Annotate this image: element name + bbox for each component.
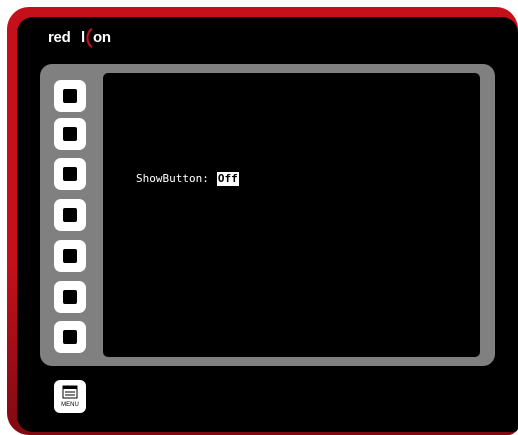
hmi-screen [103,73,480,357]
svg-text:l: l [81,29,85,46]
brand-logo: red l on [48,26,118,50]
soft-key-4[interactable] [54,199,86,231]
soft-key-5[interactable] [54,240,86,272]
square-key-icon [63,290,77,304]
svg-text:on: on [93,29,111,46]
soft-key-7[interactable] [54,321,86,353]
show-button-label: ShowButton: [136,172,209,185]
square-key-icon [63,89,77,103]
show-button-value[interactable]: Off [216,172,239,186]
red-lion-logo-icon: red l on [48,28,111,48]
square-key-icon [63,208,77,222]
menu-icon [62,385,78,399]
show-button-field: ShowButton: Off [136,172,239,186]
soft-key-6[interactable] [54,281,86,313]
menu-button[interactable]: MENU [54,380,86,413]
square-key-icon [63,167,77,181]
square-key-icon [63,249,77,263]
soft-key-1[interactable] [54,80,86,112]
svg-text:red: red [48,29,71,46]
soft-key-2[interactable] [54,118,86,150]
menu-button-label: MENU [61,402,79,408]
square-key-icon [63,127,77,141]
square-key-icon [63,330,77,344]
soft-key-3[interactable] [54,158,86,190]
